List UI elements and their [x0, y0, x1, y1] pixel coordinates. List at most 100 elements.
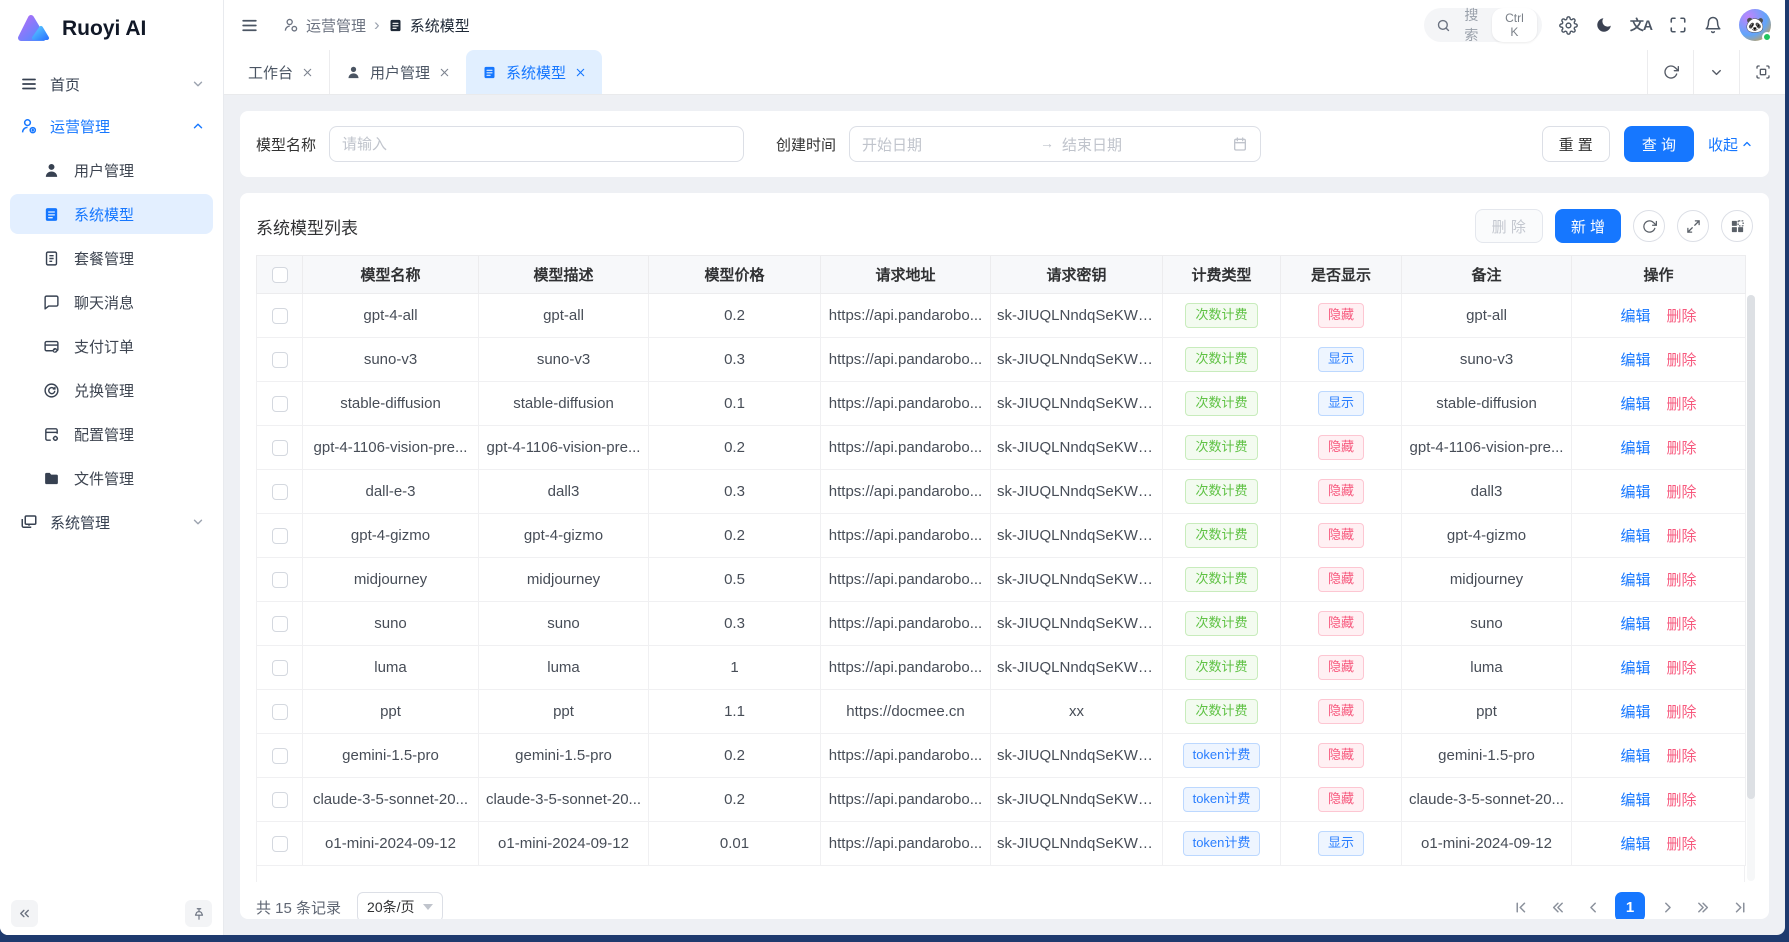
tab-user-management[interactable]: 用户管理	[329, 50, 466, 94]
collapse-filter-link[interactable]: 收起	[1708, 134, 1753, 155]
current-page-button[interactable]: 1	[1615, 892, 1645, 919]
edit-link[interactable]: 编辑	[1620, 704, 1650, 721]
fullscreen-icon[interactable]	[1669, 16, 1687, 34]
main-area: 运营管理 系统模型 搜索 Ctrl K	[224, 0, 1785, 935]
sidebar-item-package-management[interactable]: 套餐管理	[10, 238, 213, 278]
sidebar-item-home[interactable]: 首页	[10, 64, 213, 104]
delete-link[interactable]: 删除	[1667, 352, 1697, 369]
delete-link[interactable]: 删除	[1667, 572, 1697, 589]
edit-link[interactable]: 编辑	[1620, 660, 1650, 677]
sidebar-item-operations[interactable]: 运营管理	[10, 106, 213, 146]
delete-selected-button[interactable]: 删 除	[1475, 209, 1543, 243]
row-checkbox[interactable]	[272, 748, 288, 764]
tab-workbench[interactable]: 工作台	[232, 50, 329, 94]
tabs-dropdown-chevron-icon[interactable]	[1693, 50, 1739, 94]
next-page-icon[interactable]	[1653, 893, 1681, 919]
user-avatar[interactable]	[1739, 9, 1771, 41]
delete-link[interactable]: 删除	[1667, 484, 1697, 501]
cell-model-price: 0.2	[649, 778, 821, 822]
first-page-icon[interactable]	[1507, 893, 1535, 919]
row-checkbox[interactable]	[272, 528, 288, 544]
delete-link[interactable]: 删除	[1667, 704, 1697, 721]
refresh-tab-icon[interactable]	[1647, 50, 1693, 94]
row-checkbox[interactable]	[272, 572, 288, 588]
refresh-table-icon[interactable]	[1633, 210, 1665, 242]
edit-link[interactable]: 编辑	[1620, 308, 1650, 325]
delete-link[interactable]: 删除	[1667, 440, 1697, 457]
delete-link[interactable]: 删除	[1667, 308, 1697, 325]
scrollbar-thumb[interactable]	[1747, 295, 1755, 799]
delete-link[interactable]: 删除	[1667, 660, 1697, 677]
close-icon[interactable]	[302, 67, 313, 78]
sidebar-item-user-management[interactable]: 用户管理	[10, 150, 213, 190]
row-checkbox[interactable]	[272, 792, 288, 808]
global-search[interactable]: 搜索 Ctrl K	[1424, 8, 1542, 42]
delete-link[interactable]: 删除	[1667, 396, 1697, 413]
sidebar-item-config-management[interactable]: 配置管理	[10, 414, 213, 454]
table-toolbar: 删 除 新 增	[1475, 209, 1753, 243]
delete-link[interactable]: 删除	[1667, 792, 1697, 809]
edit-link[interactable]: 编辑	[1620, 836, 1650, 853]
select-all-checkbox[interactable]	[272, 267, 288, 283]
row-checkbox[interactable]	[272, 484, 288, 500]
row-checkbox[interactable]	[272, 396, 288, 412]
reset-button[interactable]: 重 置	[1542, 126, 1610, 162]
logo[interactable]: Ruoyi AI	[0, 0, 223, 58]
maximize-content-icon[interactable]	[1739, 50, 1785, 94]
row-checkbox[interactable]	[272, 616, 288, 632]
edit-link[interactable]: 编辑	[1620, 528, 1650, 545]
add-button[interactable]: 新 增	[1555, 209, 1621, 243]
row-checkbox[interactable]	[272, 352, 288, 368]
next-5-pages-icon[interactable]	[1689, 893, 1717, 919]
sidebar-item-system-model[interactable]: 系统模型	[10, 194, 213, 234]
prev-page-icon[interactable]	[1579, 893, 1607, 919]
delete-link[interactable]: 删除	[1667, 748, 1697, 765]
table-title: 系统模型列表	[256, 214, 358, 239]
sidebar-item-payment-orders[interactable]: 支付订单	[10, 326, 213, 366]
row-checkbox[interactable]	[272, 704, 288, 720]
language-translate-icon[interactable]	[1630, 15, 1652, 35]
page-size-select[interactable]: 20条/页	[357, 892, 443, 919]
sidebar-item-exchange-management[interactable]: 兑换管理	[10, 370, 213, 410]
date-range-picker[interactable]: 开始日期 结束日期	[849, 126, 1261, 162]
breadcrumb-parent[interactable]: 运营管理	[283, 15, 366, 36]
edit-link[interactable]: 编辑	[1620, 792, 1650, 809]
notifications-bell-icon[interactable]	[1704, 16, 1722, 34]
close-icon[interactable]	[439, 67, 450, 78]
cell-remark: gpt-4-1106-vision-pre...	[1402, 426, 1572, 470]
edit-link[interactable]: 编辑	[1620, 572, 1650, 589]
delete-link[interactable]: 删除	[1667, 836, 1697, 853]
tab-system-model[interactable]: 系统模型	[466, 50, 602, 94]
edit-link[interactable]: 编辑	[1620, 484, 1650, 501]
model-name-input[interactable]	[329, 126, 744, 162]
hamburger-menu-icon[interactable]	[240, 16, 259, 35]
cell-model-desc: ppt	[479, 690, 649, 734]
edit-link[interactable]: 编辑	[1620, 352, 1650, 369]
list-icon	[388, 18, 403, 33]
sidebar-item-system-management[interactable]: 系统管理	[10, 502, 213, 542]
sidebar-item-file-management[interactable]: 文件管理	[10, 458, 213, 498]
expand-table-icon[interactable]	[1677, 210, 1709, 242]
row-checkbox[interactable]	[272, 440, 288, 456]
row-checkbox[interactable]	[272, 660, 288, 676]
edit-link[interactable]: 编辑	[1620, 748, 1650, 765]
pin-sidebar-button[interactable]	[185, 900, 212, 927]
edit-link[interactable]: 编辑	[1620, 616, 1650, 633]
last-page-icon[interactable]	[1725, 893, 1753, 919]
row-checkbox[interactable]	[272, 308, 288, 324]
column-settings-icon[interactable]	[1721, 210, 1753, 242]
prev-5-pages-icon[interactable]	[1543, 893, 1571, 919]
collapse-sidebar-button[interactable]	[11, 900, 38, 927]
settings-gear-icon[interactable]	[1559, 16, 1578, 35]
edit-link[interactable]: 编辑	[1620, 440, 1650, 457]
close-icon[interactable]	[575, 67, 586, 78]
delete-link[interactable]: 删除	[1667, 616, 1697, 633]
search-button[interactable]: 查 询	[1624, 126, 1694, 162]
sidebar-item-chat-messages[interactable]: 聊天消息	[10, 282, 213, 322]
delete-link[interactable]: 删除	[1667, 528, 1697, 545]
breadcrumb-current[interactable]: 系统模型	[388, 15, 470, 36]
row-checkbox[interactable]	[272, 836, 288, 852]
table-scrollbar[interactable]	[1747, 295, 1755, 881]
dark-mode-moon-icon[interactable]	[1595, 16, 1613, 34]
edit-link[interactable]: 编辑	[1620, 396, 1650, 413]
